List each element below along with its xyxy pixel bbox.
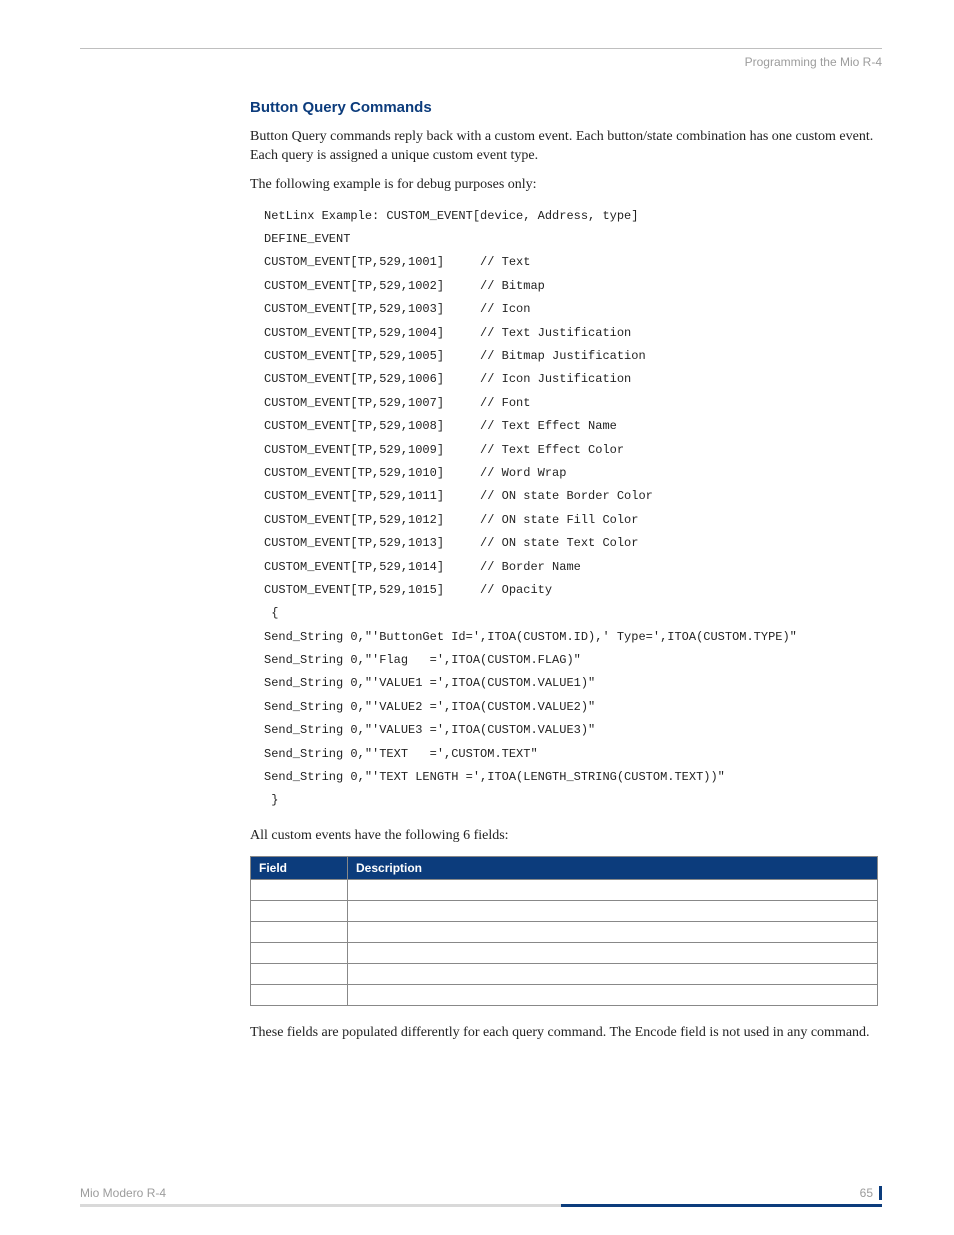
table-header-row: Field Description	[251, 856, 878, 879]
footer: Mio Modero R-4 65	[80, 1186, 882, 1207]
table-row	[251, 984, 878, 1005]
td-description	[348, 963, 878, 984]
table-row	[251, 942, 878, 963]
footer-rule	[80, 1204, 882, 1207]
td-field	[251, 984, 348, 1005]
td-description	[348, 900, 878, 921]
td-description	[348, 879, 878, 900]
header-rule	[80, 48, 882, 49]
td-description	[348, 942, 878, 963]
intro-paragraph: Button Query commands reply back with a …	[250, 128, 878, 166]
td-description	[348, 984, 878, 1005]
table-row	[251, 900, 878, 921]
td-field	[251, 900, 348, 921]
footer-doc-title: Mio Modero R-4	[80, 1186, 166, 1200]
breadcrumb: Programming the Mio R-4	[80, 55, 882, 69]
table-row	[251, 921, 878, 942]
td-field	[251, 963, 348, 984]
fields-table: Field Description	[250, 856, 878, 1006]
footer-page-number: 65	[860, 1186, 882, 1200]
closing-paragraph: These fields are populated differently f…	[250, 1024, 878, 1043]
page: Programming the Mio R-4 Button Query Com…	[0, 0, 954, 1235]
code-block: NetLinx Example: CUSTOM_EVENT[device, Ad…	[264, 205, 878, 813]
th-description: Description	[348, 856, 878, 879]
th-field: Field	[251, 856, 348, 879]
example-lead: The following example is for debug purpo…	[250, 176, 878, 195]
td-field	[251, 921, 348, 942]
td-description	[348, 921, 878, 942]
table-row	[251, 879, 878, 900]
section-title: Button Query Commands	[250, 99, 878, 116]
content-area: Button Query Commands Button Query comma…	[250, 99, 878, 1043]
after-code-paragraph: All custom events have the following 6 f…	[250, 827, 878, 846]
table-row	[251, 963, 878, 984]
td-field	[251, 879, 348, 900]
td-field	[251, 942, 348, 963]
